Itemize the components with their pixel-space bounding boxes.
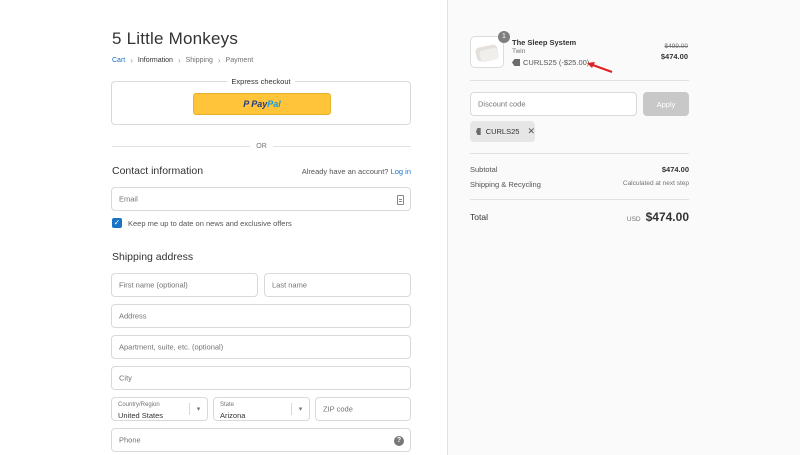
checkout-main-panel: 5 Little Monkeys Cart › Information › Sh… [0,0,447,455]
address-placeholder: Address [119,311,147,321]
email-field[interactable]: Email [111,187,411,211]
phone-field[interactable]: Phone ? [111,428,411,452]
country-value: United States [118,411,164,420]
newsletter-checkbox[interactable]: ✓ [112,218,122,228]
total-value: $474.00 [645,210,689,224]
line-item-discount: CURLS25 (-$25.00) [512,58,589,67]
applied-code-text: CURLS25 [485,127,520,136]
paypal-logo-icon: P [243,99,250,109]
country-select[interactable]: Country/Region United States ▾ [111,397,208,421]
breadcrumb-information: Information [137,57,173,64]
contact-card-icon [397,195,404,205]
remove-code-icon[interactable]: ✕ [527,126,535,137]
chevron-right-icon: › [177,56,181,65]
tag-icon [476,128,481,135]
chevron-right-icon: › [130,56,133,65]
country-label: Country/Region [118,402,160,408]
state-label: State [220,402,235,408]
newsletter-label: Keep me up to date on news and exclusive… [128,218,292,228]
annotation-arrow-icon [587,62,613,73]
express-checkout-label: Express checkout [227,77,295,86]
tag-icon [512,59,520,66]
store-title[interactable]: 5 Little Monkeys [112,29,238,49]
email-placeholder: Email [119,194,138,204]
applied-code-chip: CURLS25 ✕ [470,121,535,142]
help-icon[interactable]: ? [394,436,404,446]
last-name-field[interactable]: Last name [264,273,411,297]
subtotal-row: Subtotal $474.00 [470,165,689,174]
apartment-placeholder: Apartment, suite, etc. (optional) [119,342,224,352]
line-item-discount-text: CURLS25 (-$25.00) [523,58,590,67]
breadcrumb-cart[interactable]: Cart [112,57,125,64]
shipping-value: Calculated at next step [622,180,689,187]
divider [470,80,689,81]
last-name-placeholder: Last name [272,280,308,290]
newsletter-option[interactable]: ✓ Keep me up to date on news and exclusi… [112,218,292,228]
order-summary-panel: 1 The Sleep System Twin CURLS25 (-$25.00… [447,0,800,455]
zip-placeholder: ZIP code [323,404,353,414]
discount-code-input[interactable]: Discount code [470,92,637,116]
zip-field[interactable]: ZIP code [315,397,411,421]
currency-code: USD [626,216,641,223]
express-checkout-box: Express checkout P Pay Pal [111,77,411,125]
original-price: $499.00 [664,43,689,50]
login-link[interactable]: Log in [391,167,411,176]
product-variant: Twin [512,48,526,55]
shipping-address-heading: Shipping address [112,251,194,263]
apply-button[interactable]: Apply [643,92,689,116]
product-name: The Sleep System [512,38,577,47]
paypal-pal-text: Pal [267,99,281,109]
address-field[interactable]: Address [111,304,411,328]
state-select[interactable]: State Arizona ▾ [213,397,310,421]
city-placeholder: City [119,373,132,383]
or-divider: OR [112,141,411,151]
chevron-right-icon: › [217,56,221,65]
breadcrumb-shipping: Shipping [185,57,213,64]
apartment-field[interactable]: Apartment, suite, etc. (optional) [111,335,411,359]
contact-information-heading: Contact information [112,165,204,177]
first-name-placeholder: First name (optional) [119,280,188,290]
total-label: Total [470,212,488,222]
account-prompt: Already have an account? Log in [302,167,411,176]
divider [470,153,689,154]
chevron-down-icon: ▾ [189,403,207,415]
breadcrumb: Cart › Information › Shipping › Payment [112,56,253,65]
or-label: OR [256,142,267,150]
first-name-field[interactable]: First name (optional) [111,273,258,297]
paypal-pay-text: Pay [251,99,268,109]
account-prompt-text: Already have an account? [301,167,389,176]
paypal-button[interactable]: P Pay Pal [193,93,331,115]
quantity-badge: 1 [498,31,510,43]
discounted-price: $474.00 [660,52,688,61]
phone-placeholder: Phone [119,435,141,445]
subtotal-label: Subtotal [470,165,498,174]
subtotal-value: $474.00 [661,165,689,174]
city-field[interactable]: City [111,366,411,390]
shipping-row: Shipping & Recycling Calculated at next … [470,180,689,189]
breadcrumb-payment: Payment [225,57,254,64]
divider [470,199,689,200]
discount-code-placeholder: Discount code [478,99,526,109]
chevron-down-icon: ▾ [291,403,309,415]
shipping-label: Shipping & Recycling [470,180,541,189]
state-value: Arizona [220,411,246,420]
total-row: Total USD $474.00 [470,210,689,224]
